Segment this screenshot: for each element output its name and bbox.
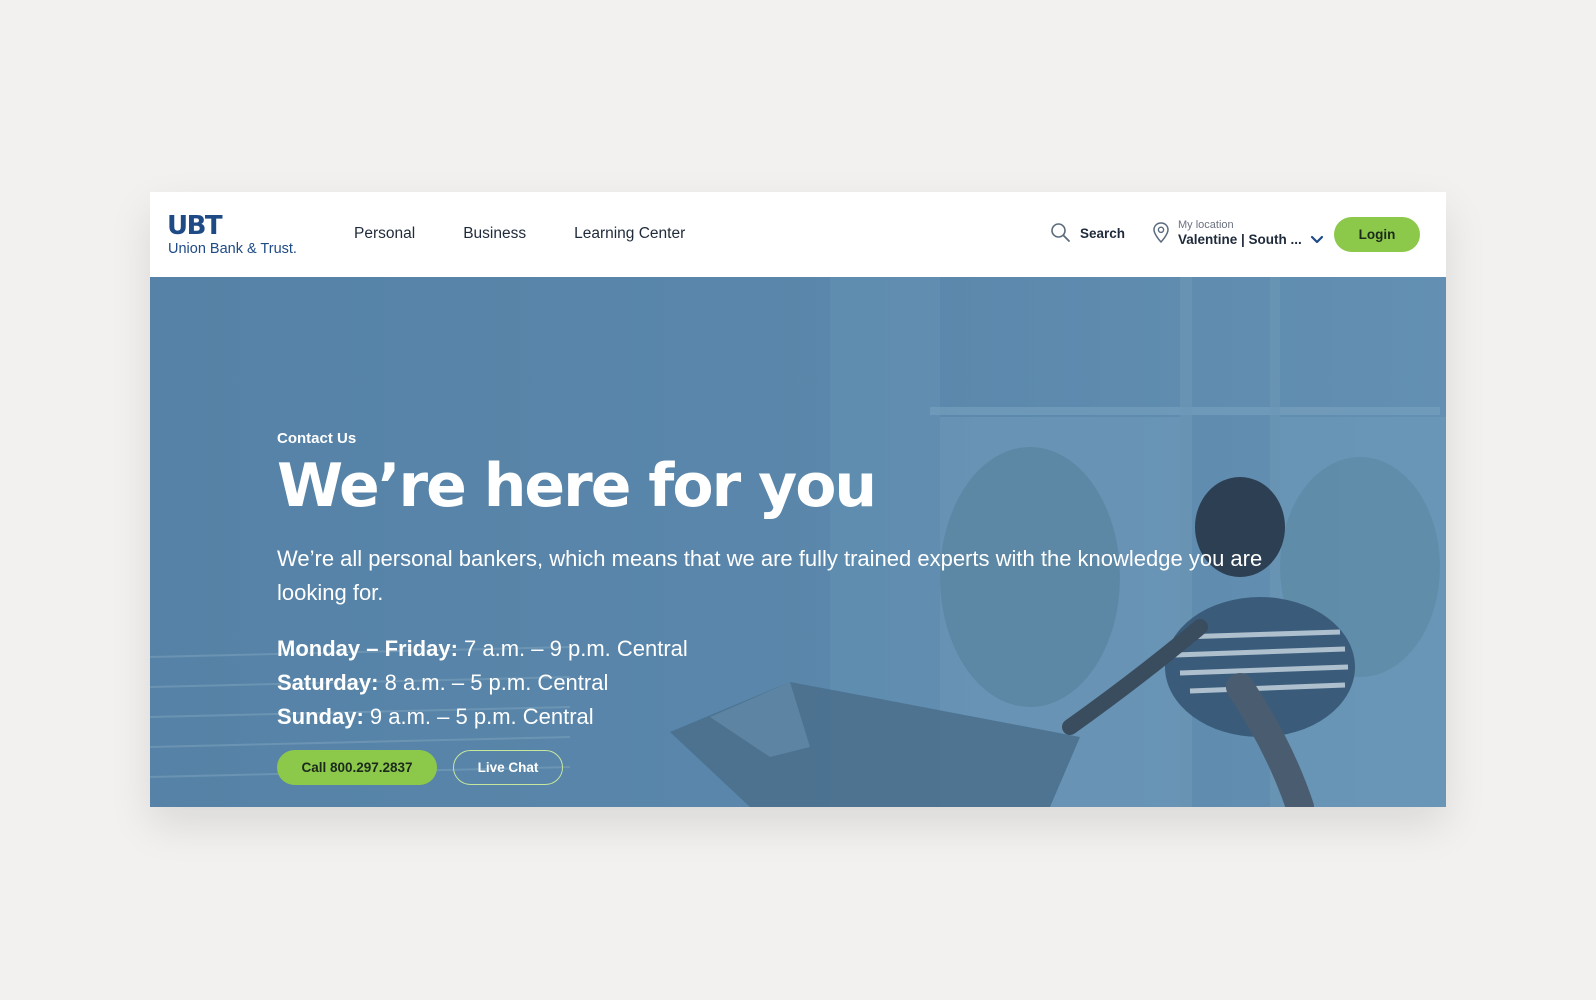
live-chat-button[interactable]: Live Chat (453, 750, 563, 785)
hours-day: Monday – Friday: (277, 636, 458, 661)
cta-row: Call 800.297.2837 Live Chat (277, 750, 1327, 785)
location-caption: My location (1178, 219, 1234, 231)
logo-icon: UBT Union Bank & Trust. (167, 211, 297, 257)
hero-banner: Contact Us We’re here for you We’re all … (150, 277, 1446, 807)
call-button[interactable]: Call 800.297.2837 (277, 750, 437, 785)
location-selector[interactable]: My location Valentine | South ... (1152, 219, 1324, 247)
logo-name: Union Bank & Trust. (168, 241, 297, 257)
hero-headline: We’re here for you (277, 451, 877, 521)
nav-business[interactable]: Business (463, 225, 526, 243)
search-label: Search (1080, 225, 1126, 241)
nav-personal[interactable]: Personal (354, 225, 415, 243)
site-header: UBT Union Bank & Trust. Personal Busines… (150, 192, 1446, 277)
map-pin-icon (1153, 222, 1169, 244)
chevron-down-icon (1310, 235, 1323, 244)
location-value: Valentine | South ... (1178, 231, 1302, 247)
hours-day: Saturday: (277, 670, 379, 695)
logo-mark: UBT (167, 211, 223, 241)
hours-row-saturday: Saturday: 8 a.m. – 5 p.m. Central (277, 666, 1327, 700)
search-icon (1051, 223, 1070, 242)
page-frame: UBT Union Bank & Trust. Personal Busines… (150, 192, 1446, 807)
hours-time: 8 a.m. – 5 p.m. Central (378, 670, 609, 695)
search-button[interactable]: Search (1050, 222, 1125, 244)
hours-day: Sunday: (277, 704, 364, 729)
hours-time: 9 a.m. – 5 p.m. Central (363, 704, 594, 729)
hours-time: 7 a.m. – 9 p.m. Central (457, 636, 688, 661)
hours-list: Monday – Friday: 7 a.m. – 9 p.m. Central… (277, 632, 1327, 734)
ubt-logo[interactable]: UBT Union Bank & Trust. (167, 210, 307, 258)
main-nav: Personal Business Learning Center (354, 225, 685, 243)
login-button[interactable]: Login (1334, 217, 1420, 252)
hero-content: Contact Us We’re here for you We’re all … (277, 430, 1327, 785)
hours-row-weekdays: Monday – Friday: 7 a.m. – 9 p.m. Central (277, 632, 1327, 666)
eyebrow-label: Contact Us (277, 430, 357, 447)
hero-description: We’re all personal bankers, which means … (277, 546, 1263, 605)
nav-learning-center[interactable]: Learning Center (574, 225, 685, 243)
hours-row-sunday: Sunday: 9 a.m. – 5 p.m. Central (277, 700, 1327, 734)
